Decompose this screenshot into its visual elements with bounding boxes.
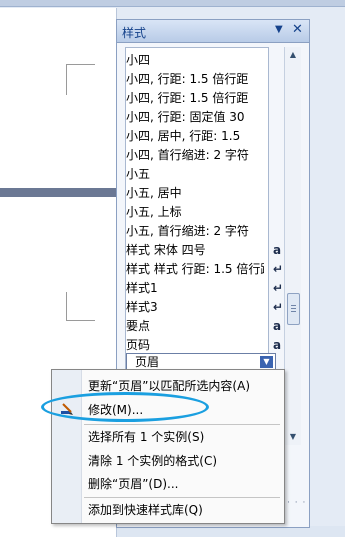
menu-item-clear-formatting[interactable]: 清除 1 个实例的格式(C) bbox=[88, 450, 217, 472]
style-item[interactable]: 要点 bbox=[126, 317, 264, 336]
menu-item-modify[interactable]: 修改(M)... bbox=[88, 399, 143, 421]
style-item[interactable]: 小四 bbox=[126, 51, 272, 70]
page-separator bbox=[0, 188, 116, 197]
style-item[interactable]: 小四, 行距: 1.5 倍行距 bbox=[126, 89, 272, 108]
style-item[interactable]: 小五, 上标 bbox=[126, 203, 272, 222]
styles-scrollbar[interactable]: ▲ ▼ bbox=[284, 47, 301, 445]
style-context-menu: 更新“页眉”以匹配所选内容(A) 修改(M)... 选择所有 1 个实例(S) … bbox=[51, 369, 285, 524]
menu-item-delete-style[interactable]: 删除“页眉”(D)... bbox=[88, 473, 178, 495]
style-item[interactable]: 小五, 居中 bbox=[126, 184, 272, 203]
style-item[interactable]: 小四, 行距: 固定值 30 bbox=[126, 108, 272, 127]
selected-style-label: 页眉 bbox=[135, 355, 160, 369]
style-item[interactable]: 小五, 首行缩进: 2 字符 bbox=[126, 222, 272, 241]
style-item[interactable]: 小五 bbox=[126, 165, 272, 184]
crop-mark-bottom bbox=[66, 292, 95, 321]
pane-options-dropdown-icon[interactable]: ▼ bbox=[275, 24, 283, 35]
character-style-icon: a bbox=[273, 319, 282, 333]
menu-item-add-to-quick-styles[interactable]: 添加到快速样式库(Q) bbox=[88, 499, 203, 521]
paragraph-style-icon: ↵ bbox=[273, 300, 284, 314]
paragraph-style-icon: ↵ bbox=[273, 262, 284, 276]
style-item[interactable]: 样式3 bbox=[126, 298, 264, 317]
scroll-grip bbox=[291, 305, 296, 306]
styles-pane-header: 样式 ▼ ✕ bbox=[117, 20, 309, 43]
style-item[interactable]: 小四, 行距: 1.5 倍行距 bbox=[126, 70, 272, 89]
menu-icon-gutter bbox=[52, 370, 82, 523]
scroll-grip bbox=[291, 308, 296, 309]
paragraph-style-icon: ↵ bbox=[273, 281, 284, 295]
modify-style-icon bbox=[61, 403, 73, 415]
document-page-top[interactable] bbox=[0, 8, 117, 188]
style-dropdown-arrow-icon[interactable]: ▼ bbox=[260, 356, 273, 368]
menu-separator bbox=[84, 497, 280, 498]
scroll-thumb[interactable] bbox=[287, 293, 300, 325]
menu-item-update-style[interactable]: 更新“页眉”以匹配所选内容(A) bbox=[88, 375, 250, 397]
ruler-strip bbox=[0, 0, 345, 7]
styles-pane-title: 样式 bbox=[122, 26, 147, 40]
style-item[interactable]: 样式 宋体 四号 bbox=[126, 241, 264, 260]
scroll-up-arrow-icon[interactable]: ▲ bbox=[285, 47, 301, 63]
style-item[interactable]: 样式 样式 行距: 1.5 倍行距 bbox=[126, 260, 264, 279]
style-item[interactable]: 小四, 居中, 行距: 1.5 bbox=[126, 127, 272, 146]
pane-resize-dots: · · · bbox=[287, 498, 307, 508]
character-style-icon: a bbox=[273, 243, 282, 257]
crop-mark-top bbox=[66, 64, 95, 95]
pane-close-icon[interactable]: ✕ bbox=[292, 22, 303, 37]
menu-separator bbox=[84, 424, 280, 425]
menu-item-select-all-instances[interactable]: 选择所有 1 个实例(S) bbox=[88, 426, 204, 448]
scroll-down-arrow-icon[interactable]: ▼ bbox=[285, 429, 301, 445]
style-item[interactable]: 小四, 首行缩进: 2 字符 bbox=[126, 146, 272, 165]
style-item[interactable]: 样式1 bbox=[126, 279, 264, 298]
scroll-grip bbox=[291, 311, 296, 312]
